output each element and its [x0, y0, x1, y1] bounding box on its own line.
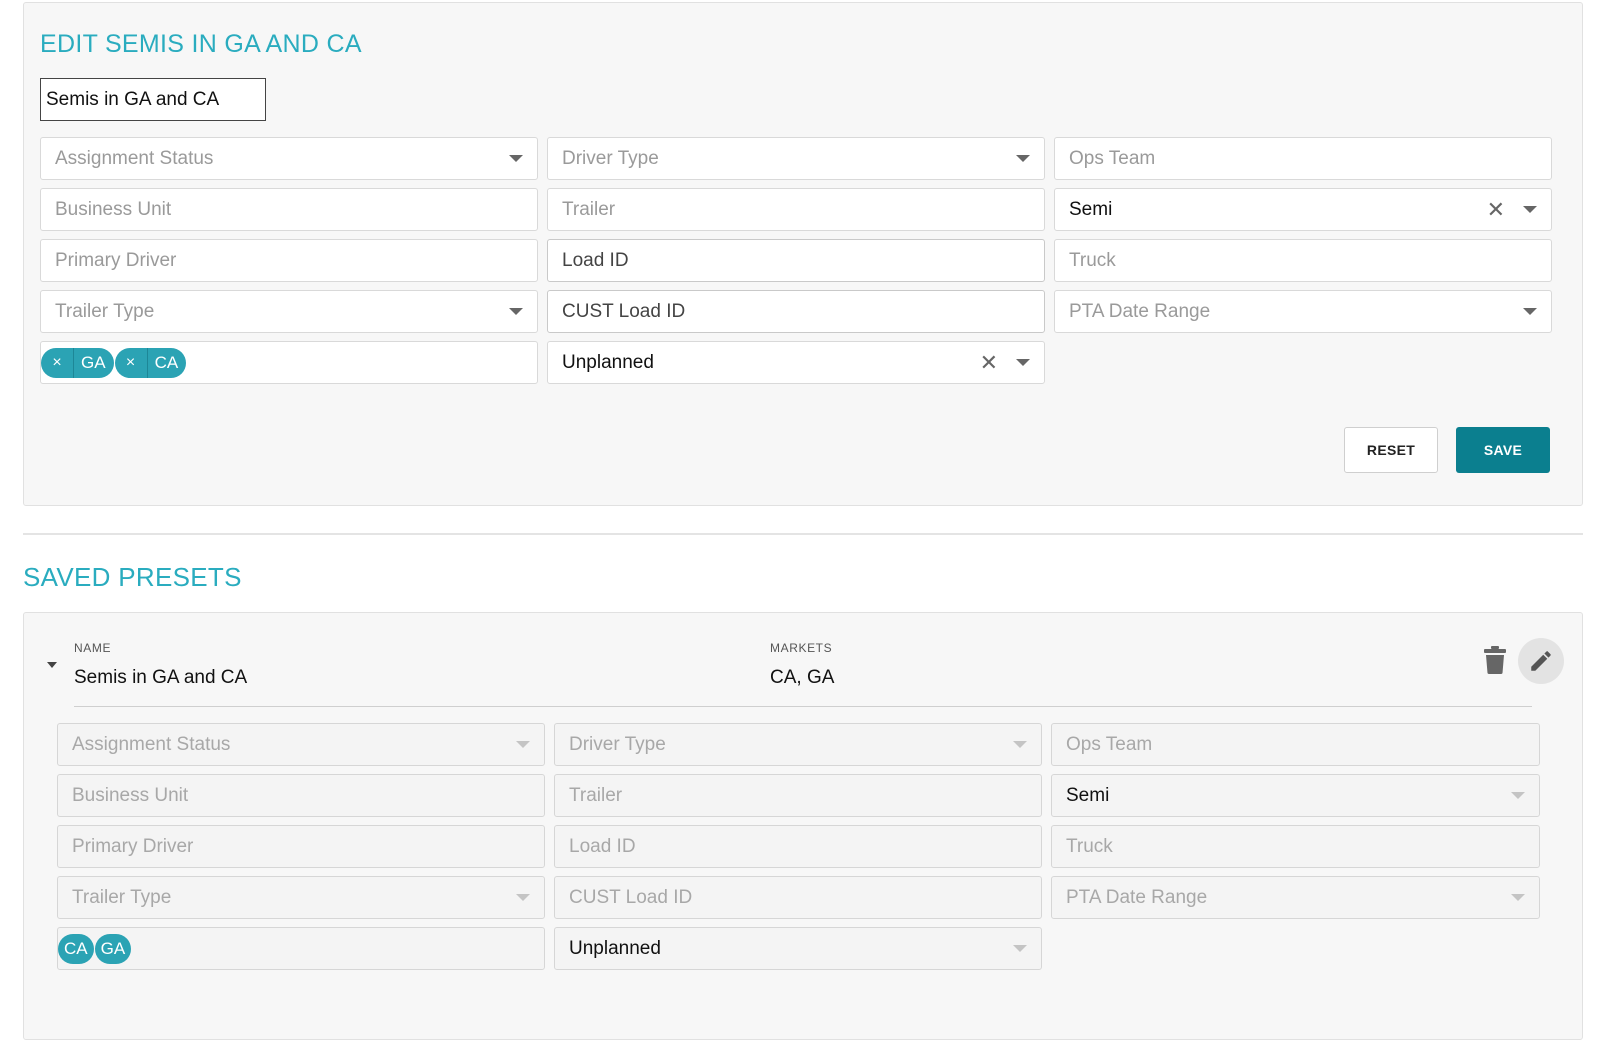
preset-pta-date-range-text: PTA Date Range	[1066, 886, 1208, 908]
trailer-input[interactable]: Trailer	[547, 188, 1045, 231]
save-button[interactable]: SAVE	[1456, 427, 1550, 473]
trailer-kind-select[interactable]: Semi ✕	[1054, 188, 1552, 231]
trailer-placeholder: Trailer	[562, 198, 616, 220]
chevron-down-icon	[1013, 945, 1027, 952]
driver-type-placeholder: Driver Type	[562, 147, 659, 169]
section-divider	[23, 533, 1583, 535]
market-chip: GA	[94, 933, 132, 964]
preset-driver-type: Driver Type	[554, 723, 1042, 766]
assignment-status-select[interactable]: Assignment Status	[40, 137, 538, 180]
preset-trailer-type: Trailer Type	[57, 876, 545, 919]
planning-status-select[interactable]: Unplanned ✕	[547, 341, 1045, 384]
primary-driver-placeholder: Primary Driver	[55, 249, 177, 271]
market-chip: CA	[58, 933, 94, 964]
chevron-down-icon[interactable]	[1523, 206, 1537, 213]
chevron-down-icon	[1016, 155, 1030, 162]
chevron-down-icon[interactable]	[1016, 359, 1030, 366]
chevron-down-icon	[516, 894, 530, 901]
chevron-down-icon	[509, 155, 523, 162]
truck-placeholder: Truck	[1069, 249, 1116, 271]
clear-icon[interactable]: ✕	[1487, 198, 1505, 221]
preset-load-id: Load ID	[554, 825, 1042, 868]
business-unit-placeholder: Business Unit	[55, 198, 172, 220]
preset-load-id-text: Load ID	[569, 835, 636, 857]
ops-team-placeholder: Ops Team	[1069, 147, 1156, 169]
pta-date-range-placeholder: PTA Date Range	[1069, 300, 1211, 322]
markets-multiselect[interactable]: × GA × CA	[40, 341, 538, 384]
saved-presets-title: SAVED PRESETS	[23, 562, 242, 592]
preset-trailer-text: Trailer	[569, 784, 623, 806]
pencil-icon	[1531, 651, 1551, 671]
preset-header-underline	[74, 706, 1532, 707]
business-unit-input[interactable]: Business Unit	[40, 188, 538, 231]
preset-ops-team: Ops Team	[1051, 723, 1540, 766]
preset-name-input[interactable]	[40, 78, 266, 121]
preset-trailer-kind: Semi	[1051, 774, 1540, 817]
collapse-caret-icon[interactable]	[47, 662, 57, 668]
market-chip-label: GA	[81, 352, 106, 372]
preset-primary-driver: Primary Driver	[57, 825, 545, 868]
preset-business-unit-text: Business Unit	[72, 784, 189, 806]
chip-remove-icon[interactable]: ×	[41, 347, 74, 378]
preset-truck-text: Truck	[1066, 835, 1113, 857]
edit-preset-button[interactable]	[1518, 638, 1564, 684]
edit-panel-title: EDIT SEMIS IN GA AND CA	[40, 30, 362, 58]
planning-status-value: Unplanned	[562, 351, 654, 373]
preset-name-value: Semis in GA and CA	[74, 667, 248, 688]
driver-type-select[interactable]: Driver Type	[547, 137, 1045, 180]
cust-load-id-input[interactable]: CUST Load ID	[547, 290, 1045, 333]
load-id-placeholder: Load ID	[562, 249, 629, 271]
load-id-input[interactable]: Load ID	[547, 239, 1045, 282]
preset-markets-label: MARKETS	[770, 641, 833, 655]
preset-assignment-status-text: Assignment Status	[72, 733, 231, 755]
preset-business-unit: Business Unit	[57, 774, 545, 817]
preset-name-label: NAME	[74, 641, 112, 655]
preset-planning-status-value: Unplanned	[569, 937, 661, 959]
ops-team-input[interactable]: Ops Team	[1054, 137, 1552, 180]
truck-input[interactable]: Truck	[1054, 239, 1552, 282]
primary-driver-input[interactable]: Primary Driver	[40, 239, 538, 282]
preset-markets: CA GA	[57, 927, 545, 970]
preset-ops-team-text: Ops Team	[1066, 733, 1153, 755]
chevron-down-icon	[1511, 792, 1525, 799]
market-chip-label: CA	[154, 352, 179, 372]
chevron-down-icon	[1013, 741, 1027, 748]
preset-pta-date-range: PTA Date Range	[1051, 876, 1540, 919]
preset-trailer-kind-value: Semi	[1066, 784, 1110, 806]
market-chip: × CA	[114, 347, 187, 378]
chevron-down-icon	[1511, 894, 1525, 901]
assignment-status-placeholder: Assignment Status	[55, 147, 214, 169]
chevron-down-icon	[509, 308, 523, 315]
trash-icon[interactable]	[1484, 646, 1506, 674]
trailer-type-select[interactable]: Trailer Type	[40, 290, 538, 333]
preset-driver-type-text: Driver Type	[569, 733, 666, 755]
preset-trailer-type-text: Trailer Type	[72, 886, 172, 908]
chevron-down-icon	[1523, 308, 1537, 315]
preset-cust-load-id: CUST Load ID	[554, 876, 1042, 919]
clear-icon[interactable]: ✕	[980, 351, 998, 374]
preset-markets-value: CA, GA	[770, 667, 835, 688]
preset-planning-status: Unplanned	[554, 927, 1042, 970]
chip-remove-icon[interactable]: ×	[115, 347, 148, 378]
trailer-type-placeholder: Trailer Type	[55, 300, 155, 322]
preset-assignment-status: Assignment Status	[57, 723, 545, 766]
market-chip: × GA	[41, 347, 114, 378]
preset-cust-load-id-text: CUST Load ID	[569, 886, 693, 908]
preset-truck: Truck	[1051, 825, 1540, 868]
pta-date-range-select[interactable]: PTA Date Range	[1054, 290, 1552, 333]
chevron-down-icon	[516, 741, 530, 748]
preset-primary-driver-text: Primary Driver	[72, 835, 194, 857]
preset-trailer: Trailer	[554, 774, 1042, 817]
cust-load-id-placeholder: CUST Load ID	[562, 300, 686, 322]
reset-button[interactable]: RESET	[1344, 427, 1438, 473]
trailer-kind-value: Semi	[1069, 198, 1113, 220]
